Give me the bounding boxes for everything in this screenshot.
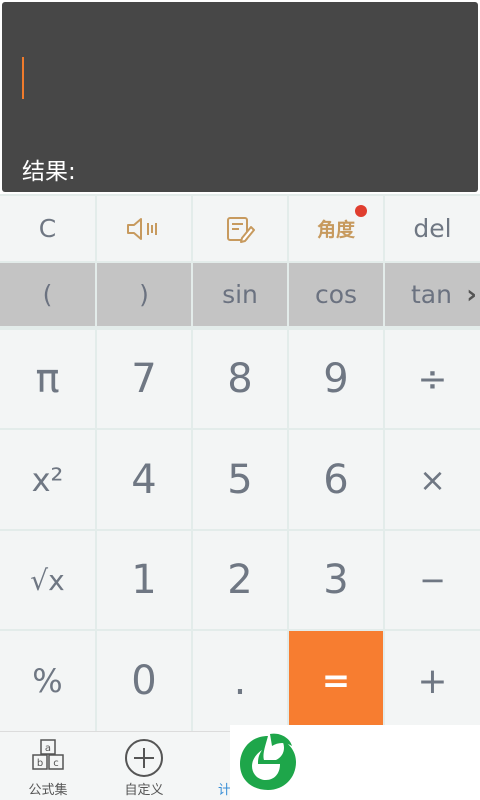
green-leaf-logo-icon xyxy=(236,730,300,798)
svg-text:c: c xyxy=(53,758,59,769)
tab-formula-label: 公式集 xyxy=(28,783,68,798)
sound-button[interactable] xyxy=(97,196,191,261)
tan-button[interactable]: tan › xyxy=(385,263,480,326)
pi-button[interactable]: π xyxy=(0,330,95,428)
display-panel[interactable]: 结果: xyxy=(2,2,478,192)
plus-circle-icon xyxy=(125,739,163,777)
notepad-edit-icon xyxy=(227,216,255,243)
digit-0-button[interactable]: 0 xyxy=(97,631,191,731)
tab-custom-label: 自定义 xyxy=(124,783,164,798)
delete-button[interactable]: del xyxy=(385,196,480,261)
digit-5-button[interactable]: 5 xyxy=(193,430,287,529)
input-caret xyxy=(22,57,24,99)
sqrt-button[interactable]: √x xyxy=(0,531,95,629)
keypad: C 角度 del ( ) sin cos tan › π 7 8 9 ÷ x² … xyxy=(0,194,480,731)
minus-button[interactable]: − xyxy=(385,531,480,629)
digit-2-button[interactable]: 2 xyxy=(193,531,287,629)
svg-text:a: a xyxy=(45,743,51,754)
clear-button[interactable]: C xyxy=(0,196,95,261)
tab-formula[interactable]: a b c 公式集 xyxy=(0,732,96,800)
tab-custom[interactable]: 自定义 xyxy=(96,732,192,800)
digit-8-button[interactable]: 8 xyxy=(193,330,287,428)
angle-mode-button[interactable]: 角度 xyxy=(289,196,383,261)
equals-button[interactable]: = xyxy=(289,631,383,731)
speaker-icon xyxy=(127,217,157,240)
digit-7-button[interactable]: 7 xyxy=(97,330,191,428)
plus-button[interactable]: + xyxy=(385,631,480,731)
digit-4-button[interactable]: 4 xyxy=(97,430,191,529)
digit-3-button[interactable]: 3 xyxy=(289,531,383,629)
right-paren-button[interactable]: ) xyxy=(97,263,191,326)
multiply-button[interactable]: × xyxy=(385,430,480,529)
digit-6-button[interactable]: 6 xyxy=(289,430,383,529)
angle-mode-label: 角度 xyxy=(316,219,355,241)
notes-button[interactable] xyxy=(193,196,287,261)
tan-label: tan xyxy=(411,280,452,309)
digit-9-button[interactable]: 9 xyxy=(289,330,383,428)
result-label: 结果: xyxy=(22,159,76,185)
divide-button[interactable]: ÷ xyxy=(385,330,480,428)
square-button[interactable]: x² xyxy=(0,430,95,529)
decimal-point-button[interactable]: . xyxy=(193,631,287,731)
chevron-right-icon[interactable]: › xyxy=(466,280,477,310)
formula-blocks-icon: a b c xyxy=(32,739,64,770)
percent-button[interactable]: % xyxy=(0,631,95,731)
svg-text:b: b xyxy=(37,758,43,769)
sin-button[interactable]: sin xyxy=(193,263,287,326)
digit-1-button[interactable]: 1 xyxy=(97,531,191,629)
left-paren-button[interactable]: ( xyxy=(0,263,95,326)
cos-button[interactable]: cos xyxy=(289,263,383,326)
notification-dot xyxy=(355,205,367,217)
